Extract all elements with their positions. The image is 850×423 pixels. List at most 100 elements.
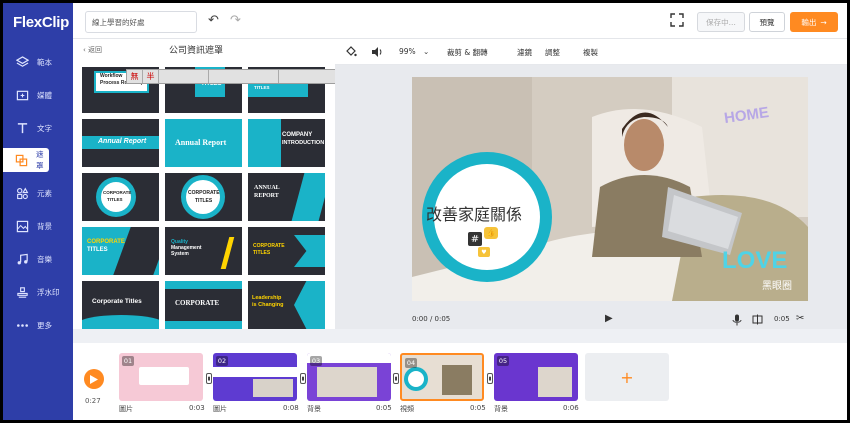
overlay-thumbnail[interactable]: Corporate Titles [82,281,159,329]
add-clip-button[interactable]: + [585,353,669,401]
export-button[interactable]: 輸出 → [790,12,838,32]
thumbnail-text: CORPORATE [103,190,132,195]
sidebar-item-label: 文字 [37,123,52,133]
preview-button[interactable]: 預覽 [749,12,785,32]
chevron-down-icon[interactable]: ⌄ [423,47,429,56]
overlay-thumbnail[interactable]: Leadership is Changing [248,281,325,329]
sidebar-item-label: 更多 [37,320,52,330]
sidebar-item-label: 音樂 [37,254,52,264]
clip-type: 背景 [307,405,321,413]
circle-headline[interactable]: 改善家庭關係 [426,201,522,225]
sidebar-item-templates[interactable]: 範本 [3,50,73,74]
ime-mode-key[interactable]: 無 [127,70,143,83]
save-status-button[interactable]: 保存中... [697,12,745,32]
sidebar-item-background[interactable]: 背景 [3,214,73,238]
clip-type: 圖片 [119,405,133,413]
subtitle-text[interactable]: 黑眼圈 [762,277,792,292]
sidebar-item-elements[interactable]: 元素 [3,181,73,205]
volume-icon[interactable] [371,46,383,58]
thumbnail-text: TITLES [253,250,271,256]
fullscreen-icon[interactable] [670,13,684,27]
clip-number: 02 [216,356,228,366]
flexclip-logo[interactable]: FlexClip [13,14,69,31]
back-button[interactable]: ‹ 返回 [83,45,102,55]
sidebar-item-media[interactable]: 媒體 [3,83,73,107]
sidebar: FlexClip 範本 媒體 文字 遮罩 元素 背景 音樂 浮水印 更多 [3,3,73,420]
overlay-thumbnail[interactable]: CORPORATE TITLES [248,227,325,275]
timeline-clip[interactable]: 05 [494,353,578,401]
love-text[interactable]: LOVE [722,247,787,275]
overlay-thumbnail[interactable]: CORPORATE [165,281,242,329]
undo-icon[interactable]: ↶ [208,13,219,28]
toolbar-copy[interactable]: 複製 [583,47,598,58]
edit-toolbar: 99% ⌄ 裁剪 & 翻轉 濾鏡 調整 複製 [335,39,847,65]
scissors-icon[interactable]: ✂ [796,313,804,324]
overlay-thumbnail[interactable]: COMPANY INTRODUCTION [248,119,325,167]
sidebar-item-label: 遮罩 [36,150,44,170]
overlay-thumbnail[interactable]: CORPORATE TITLES [82,227,159,275]
background-icon [15,219,29,233]
flexclip-editor: FlexClip 範本 媒體 文字 遮罩 元素 背景 音樂 浮水印 更多 線上學… [3,3,847,420]
thumbnail-text: TITLES [107,197,123,202]
back-label: 返回 [88,46,103,54]
play-icon[interactable]: ▶ [605,313,613,324]
toolbar-crop-flip[interactable]: 裁剪 & 翻轉 [447,47,488,58]
transition-button[interactable]: ▮ [487,373,493,384]
clip-duration: 0:03 [189,404,205,412]
video-canvas[interactable]: 改善家庭關係 # 👍 ♥ HOME LOVE 黑眼圈 [412,77,808,301]
sidebar-item-label: 背景 [37,221,52,231]
overlay-thumbnail[interactable]: Annual Report [165,119,242,167]
redo-icon[interactable]: ↷ [230,13,241,28]
overlay-thumbnail[interactable]: Quality Management System [165,227,242,275]
sidebar-item-text[interactable]: 文字 [3,116,73,140]
preview-stage: 改善家庭關係 # 👍 ♥ HOME LOVE 黑眼圈 0:00 / 0:05 ▶… [335,65,847,329]
heart-icon: ♥ [478,247,490,257]
thumbnail-text: CORPORATE [175,299,220,307]
clip-duration: 0:05 [376,404,392,412]
transition-button[interactable]: ▮ [206,373,212,384]
transition-button[interactable]: ▮ [393,373,399,384]
clip-duration: 0:06 [563,404,579,412]
clip-number: 04 [405,358,417,368]
sidebar-item-music[interactable]: 音樂 [3,247,73,271]
clip-type: 視頻 [400,405,414,413]
timeline-clip[interactable]: 01 [119,353,203,401]
clip-number: 01 [122,356,134,366]
thumbnail-text: REPORT [254,193,279,199]
toolbar-filter[interactable]: 濾鏡 [517,47,532,58]
timeline-clip[interactable]: 02 [213,353,297,401]
clip-number: 03 [310,356,322,366]
thumbnail-text: is Changing [252,302,284,308]
music-icon [15,252,29,266]
sidebar-item-watermark[interactable]: 浮水印 [3,280,73,304]
hashtag-icon: # [468,232,482,246]
sidebar-item-label: 範本 [37,57,52,67]
thumbnail-text: Corporate Titles [92,298,142,305]
sidebar-item-more[interactable]: 更多 [3,313,73,337]
sidebar-item-label: 浮水印 [37,287,60,297]
top-header: ↶ ↷ 保存中... 預覽 輸出→ [73,3,847,39]
overlay-thumbnail[interactable]: Annual Report [82,119,159,167]
toolbar-adjust[interactable]: 調整 [545,47,560,58]
thumbnail-text: CORPORATE [188,190,220,196]
timeline-clip[interactable]: 03 [307,353,391,401]
overlay-thumbnail[interactable]: CORPORATE TITLES [82,173,159,221]
fill-bucket-icon[interactable] [345,46,357,58]
ime-width-key[interactable]: 半 [143,70,159,83]
overlay-thumbnail[interactable]: ANNUAL REPORT [248,173,325,221]
zoom-level[interactable]: 99% [399,47,416,56]
microphone-icon[interactable] [732,314,742,326]
clip-type: 背景 [494,405,508,413]
sidebar-item-overlay[interactable]: 遮罩 [3,148,49,172]
project-title-input[interactable] [85,11,197,33]
thumbs-up-icon: 👍 [484,227,498,239]
elements-icon [15,186,29,200]
transition-button[interactable]: ▮ [300,373,306,384]
timeline-play-button[interactable] [84,369,104,389]
clip-duration: 0:08 [283,404,299,412]
thumbnail-text: Workflow [100,73,123,79]
thumbnail-text: Annual Report [175,138,227,147]
split-icon[interactable] [752,314,763,325]
timeline-clip-selected[interactable]: 04 [400,353,484,401]
overlay-thumbnail[interactable]: CORPORATE TITLES [165,173,242,221]
